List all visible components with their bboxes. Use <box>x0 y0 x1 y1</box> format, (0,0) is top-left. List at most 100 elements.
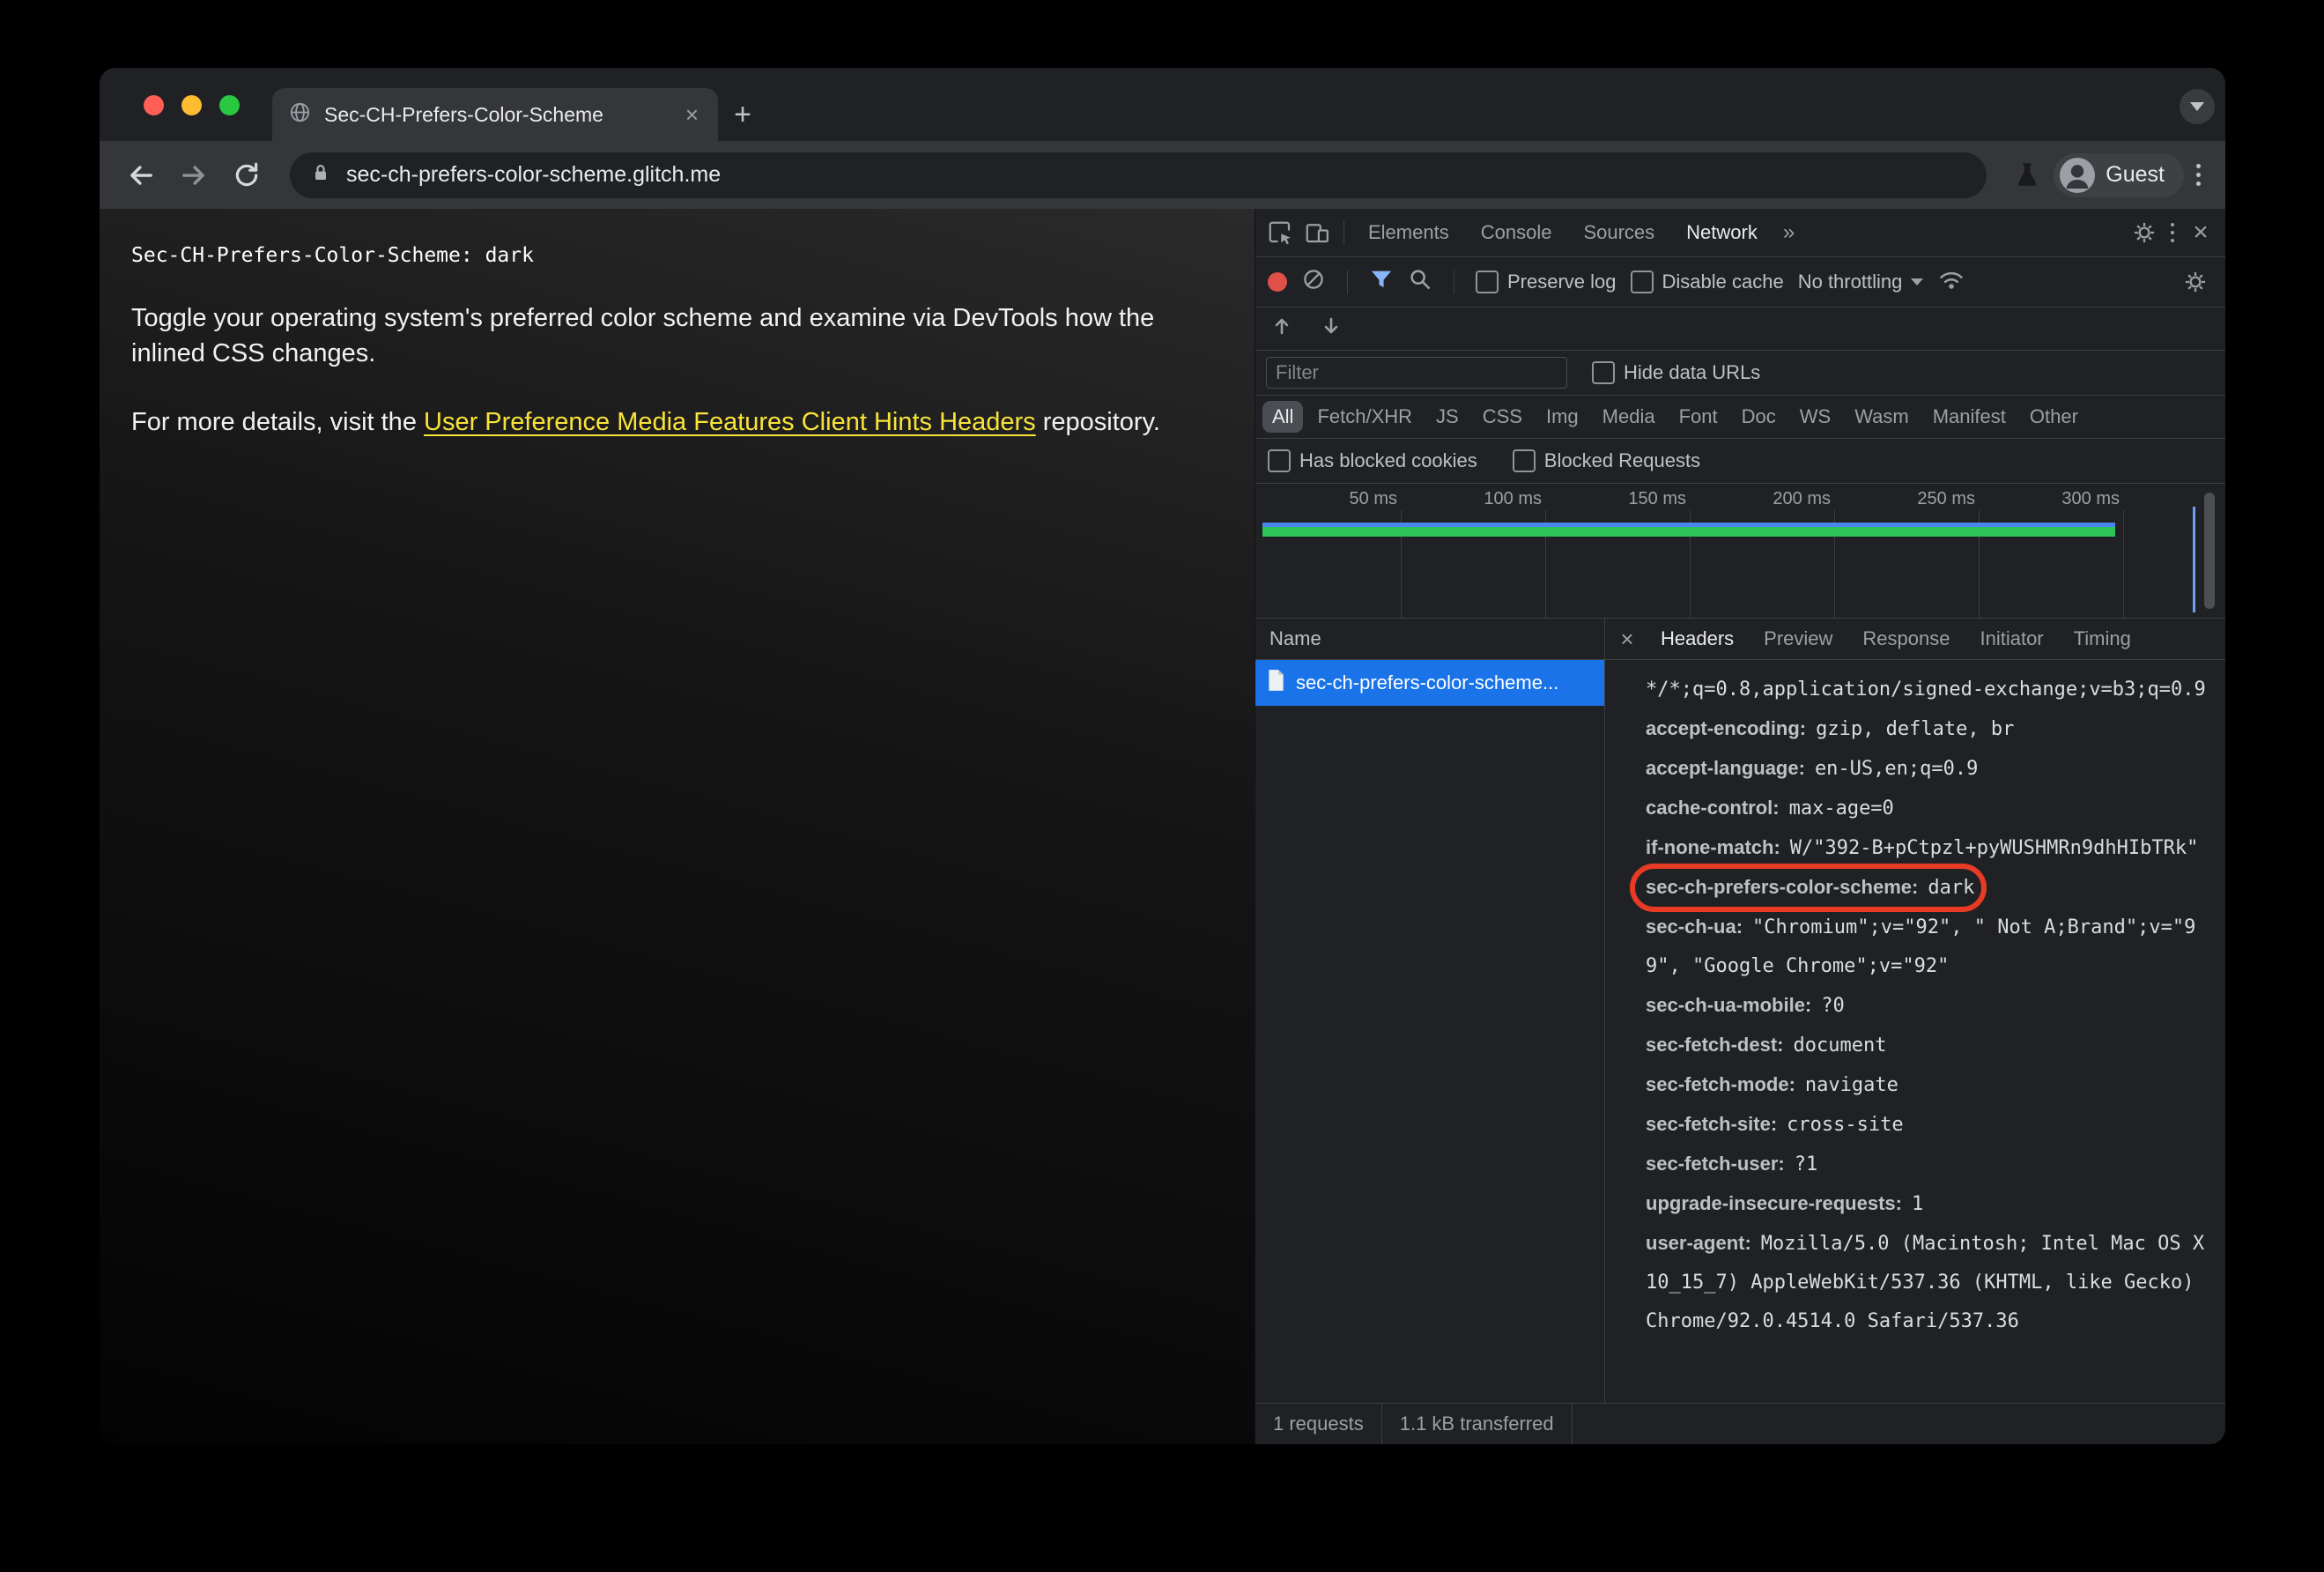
close-details-icon[interactable]: × <box>1610 626 1644 653</box>
network-filter-input[interactable] <box>1266 357 1567 389</box>
throttling-value: No throttling <box>1797 271 1903 293</box>
export-har-icon[interactable] <box>1319 314 1343 344</box>
header-line: sec-ch-ua-mobile: ?0 <box>1646 994 1845 1017</box>
chip-manifest[interactable]: Manifest <box>1923 401 2016 433</box>
labs-flask-icon[interactable] <box>2006 154 2048 196</box>
desktop-background: Sec-CH-Prefers-Color-Scheme × + sec-ch-p… <box>0 0 2324 1572</box>
timeline-tick-label: 250 ms <box>1917 489 1975 508</box>
chip-ws[interactable]: WS <box>1790 401 1840 433</box>
record-network-log-icon[interactable] <box>1268 272 1287 292</box>
har-toolbar <box>1255 308 2225 351</box>
checkbox-box <box>1476 271 1499 293</box>
color-scheme-status-text: Sec-CH-Prefers-Color-Scheme: dark <box>131 244 534 267</box>
blocked-filters-row: Has blocked cookies Blocked Requests <box>1255 439 2225 484</box>
tab-initiator[interactable]: Initiator <box>1966 619 2056 659</box>
back-button[interactable] <box>117 152 165 199</box>
network-conditions-icon[interactable] <box>1937 265 1965 299</box>
network-toolbar: Preserve log Disable cache No throttling <box>1255 257 2225 308</box>
tab-response[interactable]: Response <box>1849 619 1963 659</box>
lock-icon <box>309 161 332 189</box>
chip-media[interactable]: Media <box>1593 401 1665 433</box>
import-har-icon[interactable] <box>1269 314 1294 344</box>
overview-scrollbar[interactable] <box>2204 493 2215 609</box>
requests-table: Name sec-ch-prefers-color-scheme... <box>1255 619 1605 1403</box>
tab-preview[interactable]: Preview <box>1750 619 1846 659</box>
hide-data-urls-checkbox[interactable]: Hide data URLs <box>1592 361 1760 384</box>
forward-button[interactable] <box>170 152 218 199</box>
disable-cache-checkbox[interactable]: Disable cache <box>1630 271 1784 293</box>
filter-funnel-icon[interactable] <box>1369 267 1394 297</box>
browser-window: Sec-CH-Prefers-Color-Scheme × + sec-ch-p… <box>100 68 2225 1444</box>
inspect-element-icon[interactable] <box>1262 215 1298 250</box>
chip-img[interactable]: Img <box>1536 401 1588 433</box>
tab-sources[interactable]: Sources <box>1568 209 1669 256</box>
device-toolbar-icon[interactable] <box>1299 215 1335 250</box>
tab-timing[interactable]: Timing <box>2061 619 2144 659</box>
devtools-panel: Elements Console Sources Network » × Pre… <box>1255 209 2225 1444</box>
details-suffix: repository. <box>1035 408 1160 436</box>
close-window-button[interactable] <box>144 95 164 115</box>
chip-fetch-xhr[interactable]: Fetch/XHR <box>1307 401 1422 433</box>
chip-css[interactable]: CSS <box>1473 401 1532 433</box>
header-line: sec-fetch-dest: document <box>1646 1034 1887 1057</box>
chevron-down-icon <box>2190 102 2204 111</box>
tab-console[interactable]: Console <box>1466 209 1567 256</box>
chip-all[interactable]: All <box>1262 401 1304 433</box>
chip-font[interactable]: Font <box>1669 401 1728 433</box>
hide-data-urls-label: Hide data URLs <box>1624 361 1761 383</box>
tab-elements[interactable]: Elements <box>1353 209 1464 256</box>
repository-link[interactable]: User Preference Media Features Client Hi… <box>424 408 1036 436</box>
avatar <box>2060 157 2096 193</box>
timeline-tick-label: 150 ms <box>1628 489 1686 508</box>
checkbox-box <box>1630 271 1654 293</box>
search-icon[interactable] <box>1408 267 1432 297</box>
chip-other[interactable]: Other <box>2020 401 2088 433</box>
throttling-select[interactable]: No throttling <box>1798 271 1924 293</box>
new-tab-button[interactable]: + <box>718 88 767 141</box>
requests-name-column-header[interactable]: Name <box>1255 619 1604 660</box>
document-icon <box>1266 669 1285 697</box>
tab-close-icon[interactable]: × <box>682 101 702 128</box>
more-tabs-icon[interactable]: » <box>1774 220 1803 245</box>
chip-doc[interactable]: Doc <box>1732 401 1786 433</box>
waterfall-bar-response <box>1262 527 2115 537</box>
timeline-tick-label: 300 ms <box>2061 489 2120 508</box>
has-blocked-cookies-checkbox[interactable]: Has blocked cookies <box>1268 449 1477 472</box>
header-line: upgrade-insecure-requests: 1 <box>1646 1192 1924 1215</box>
browser-toolbar: sec-ch-prefers-color-scheme.glitch.me Gu… <box>100 141 2225 209</box>
browser-menu-kebab-icon[interactable] <box>2189 157 2208 193</box>
reload-button[interactable] <box>223 152 270 199</box>
fullscreen-window-button[interactable] <box>219 95 240 115</box>
network-settings-gear-icon[interactable] <box>2178 264 2213 300</box>
devtools-menu-kebab-icon[interactable] <box>2164 216 2181 249</box>
browser-tab[interactable]: Sec-CH-Prefers-Color-Scheme × <box>272 88 718 141</box>
profile-button[interactable]: Guest <box>2054 152 2184 197</box>
preserve-log-checkbox[interactable]: Preserve log <box>1476 271 1617 293</box>
header-line: sec-fetch-user: ?1 <box>1646 1153 1818 1175</box>
preserve-log-label: Preserve log <box>1507 271 1617 293</box>
devtools-settings-gear-icon[interactable] <box>2127 215 2162 250</box>
macos-window-controls <box>144 95 240 115</box>
tab-headers[interactable]: Headers <box>1647 619 1747 659</box>
forward-arrow-icon <box>182 165 204 185</box>
chip-js[interactable]: JS <box>1426 401 1469 433</box>
disable-cache-label: Disable cache <box>1662 271 1784 293</box>
minimize-window-button[interactable] <box>181 95 202 115</box>
checkbox-box <box>1592 361 1615 384</box>
header-line: cache-control: max-age=0 <box>1646 797 1894 819</box>
request-headers-list[interactable]: */*;q=0.8,application/signed-exchange;v=… <box>1605 660 2225 1403</box>
network-overview-timeline[interactable]: 50 ms 100 ms 150 ms 200 ms 250 ms 300 ms <box>1255 484 2225 619</box>
tab-network[interactable]: Network <box>1671 209 1773 256</box>
header-line: sec-fetch-site: cross-site <box>1646 1113 1904 1136</box>
requests-count: 1 requests <box>1255 1404 1382 1444</box>
request-row[interactable]: sec-ch-prefers-color-scheme... <box>1255 660 1604 706</box>
intro-text: Toggle your operating system's preferred… <box>131 304 1155 367</box>
divider <box>1347 270 1348 294</box>
clear-network-log-icon[interactable] <box>1301 267 1326 297</box>
network-filter-row: Hide data URLs <box>1255 351 2225 396</box>
devtools-close-icon[interactable]: × <box>2183 215 2218 250</box>
tab-search-button[interactable] <box>2180 89 2215 124</box>
blocked-requests-checkbox[interactable]: Blocked Requests <box>1512 449 1700 472</box>
chip-wasm[interactable]: Wasm <box>1845 401 1919 433</box>
address-bar[interactable]: sec-ch-prefers-color-scheme.glitch.me <box>290 152 1987 198</box>
